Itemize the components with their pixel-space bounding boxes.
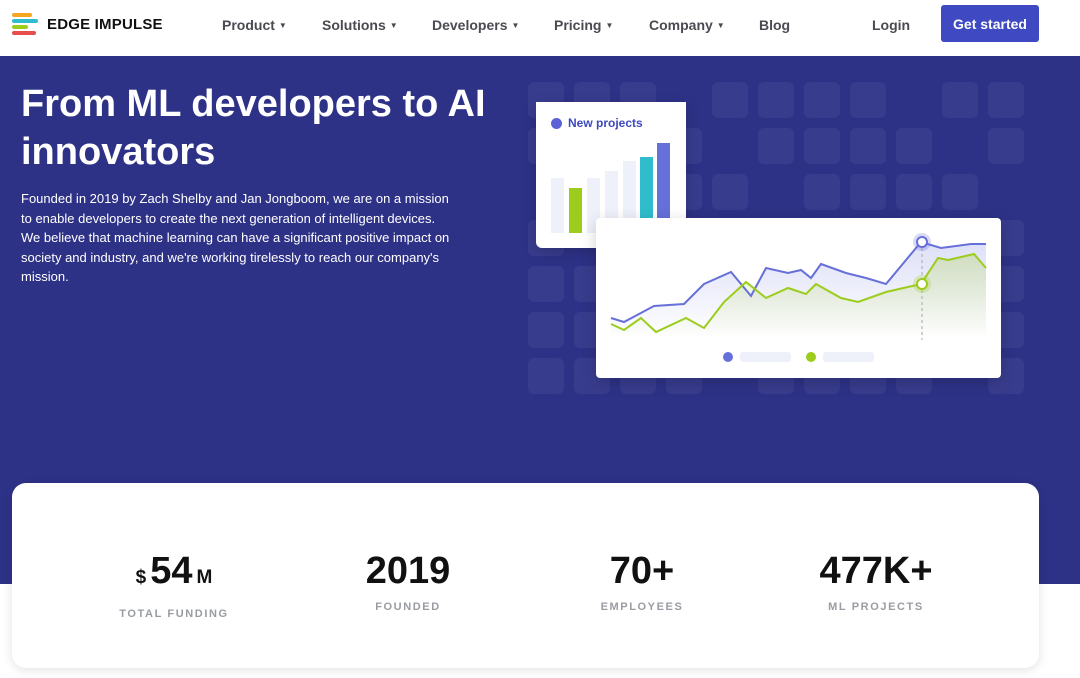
line-chart-illustration bbox=[610, 233, 987, 362]
login-label: Login bbox=[872, 17, 911, 33]
get-started-button[interactable]: Get started bbox=[941, 5, 1039, 42]
background-tile bbox=[850, 174, 886, 210]
background-tile bbox=[758, 128, 794, 164]
stat-total-funding: $54 M TOTAL FUNDING bbox=[74, 551, 274, 620]
legend-blue-placeholder bbox=[740, 352, 791, 362]
background-tile bbox=[528, 312, 564, 348]
brand-name: EDGE IMPULSE bbox=[47, 15, 163, 33]
legend-dot-icon bbox=[551, 118, 562, 129]
hero-description: Founded in 2019 by Zach Shelby and Jan J… bbox=[21, 191, 450, 284]
chevron-down-icon: ▼ bbox=[511, 20, 520, 30]
chevron-down-icon: ▼ bbox=[278, 20, 287, 30]
login-link[interactable]: Login bbox=[872, 17, 910, 33]
stat-founded: 2019 FOUNDED bbox=[308, 551, 508, 613]
stat-value: $54 M bbox=[74, 551, 274, 598]
chevron-down-icon: ▼ bbox=[716, 20, 725, 30]
background-tile bbox=[988, 82, 1024, 118]
stat-employees: 70+ EMPLOYEES bbox=[542, 551, 742, 613]
background-tile bbox=[712, 82, 748, 118]
stat-value: 2019 bbox=[308, 551, 508, 591]
stat-label: FOUNDED bbox=[375, 601, 441, 613]
stat-label: ML PROJECTS bbox=[828, 601, 924, 613]
background-tile bbox=[850, 82, 886, 118]
background-tile bbox=[804, 128, 840, 164]
background-tile bbox=[804, 174, 840, 210]
nav-solutions[interactable]: Solutions ▼ bbox=[322, 17, 398, 33]
background-tile bbox=[850, 128, 886, 164]
nav-solutions-label: Solutions bbox=[322, 17, 386, 33]
nav-product-label: Product bbox=[222, 17, 275, 33]
nav-blog[interactable]: Blog bbox=[759, 17, 790, 33]
nav-developers[interactable]: Developers ▼ bbox=[432, 17, 519, 33]
background-tile bbox=[896, 174, 932, 210]
nav-company-label: Company bbox=[649, 17, 713, 33]
stat-prefix: $ bbox=[135, 567, 147, 588]
stat-number: 54 bbox=[150, 550, 193, 592]
chart-bar bbox=[569, 188, 582, 233]
stat-number: 70+ bbox=[609, 550, 675, 592]
nav-product[interactable]: Product ▼ bbox=[222, 17, 287, 33]
chevron-down-icon: ▼ bbox=[605, 20, 614, 30]
background-tile bbox=[758, 82, 794, 118]
legend-green-placeholder bbox=[823, 352, 874, 362]
background-tile bbox=[712, 174, 748, 210]
stat-ml-projects: 477K+ ML PROJECTS bbox=[776, 551, 976, 613]
background-tile bbox=[988, 128, 1024, 164]
stat-number: 2019 bbox=[365, 550, 451, 592]
nav-company[interactable]: Company ▼ bbox=[649, 17, 725, 33]
top-navigation: EDGE IMPULSE Product ▼ Solutions ▼ Develop… bbox=[0, 0, 1080, 56]
stat-value: 477K+ bbox=[776, 551, 976, 591]
nav-pricing-label: Pricing bbox=[554, 17, 602, 33]
stat-value: 70+ bbox=[542, 551, 742, 591]
stat-label: EMPLOYEES bbox=[600, 601, 684, 613]
background-tile bbox=[896, 128, 932, 164]
company-stats-card: $54 M TOTAL FUNDING 2019 FOUNDED 70+ EMPL… bbox=[12, 483, 1039, 668]
stat-number: 477K+ bbox=[819, 550, 933, 592]
page-title: From ML developers to AI innovators bbox=[21, 83, 486, 173]
legend-blue-dot bbox=[723, 352, 733, 362]
background-tile bbox=[942, 174, 978, 210]
line-chart-card bbox=[596, 218, 1001, 378]
background-tile bbox=[804, 82, 840, 118]
nav-pricing[interactable]: Pricing ▼ bbox=[554, 17, 613, 33]
brand-logo[interactable]: EDGE IMPULSE bbox=[12, 13, 163, 35]
stat-label: TOTAL FUNDING bbox=[119, 608, 229, 620]
stat-suffix: M bbox=[196, 567, 213, 588]
nav-blog-label: Blog bbox=[759, 17, 791, 33]
background-tile bbox=[942, 82, 978, 118]
chart-bar bbox=[551, 178, 564, 233]
legend-green-dot bbox=[806, 352, 816, 362]
logo-icon bbox=[12, 13, 40, 35]
chevron-down-icon: ▼ bbox=[389, 20, 398, 30]
new-projects-label: New projects bbox=[568, 116, 643, 130]
background-tile bbox=[528, 358, 564, 394]
nav-developers-label: Developers bbox=[432, 17, 508, 33]
background-tile bbox=[528, 266, 564, 302]
